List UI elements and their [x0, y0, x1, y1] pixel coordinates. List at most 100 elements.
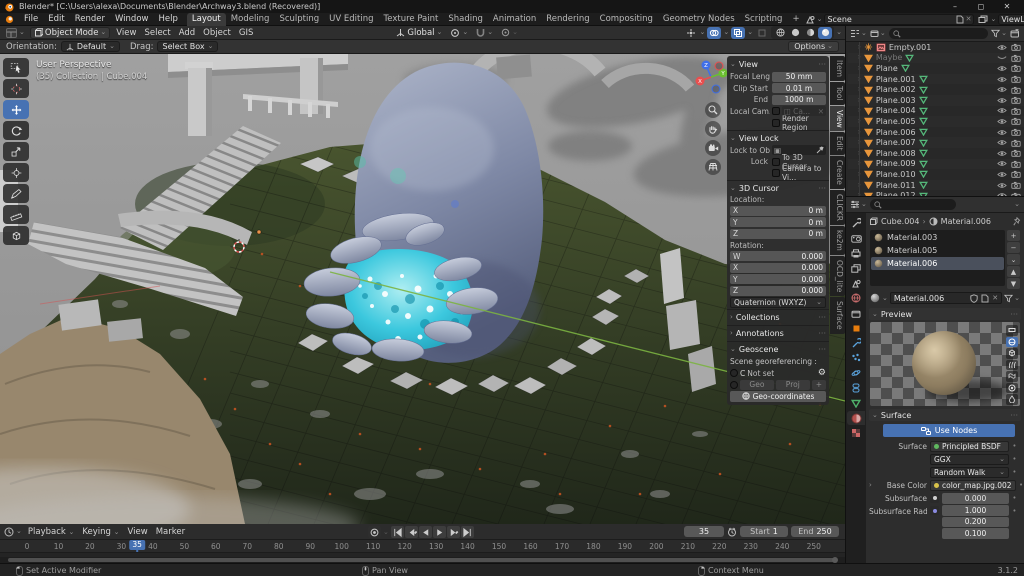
timeline-menu-view[interactable]: View [124, 527, 152, 537]
menu-window[interactable]: Window [110, 13, 154, 26]
menu-file[interactable]: File [19, 13, 43, 26]
add-slot-button[interactable]: + [1007, 230, 1020, 241]
tool-scale-button[interactable] [3, 142, 29, 161]
eye-open-icon[interactable] [997, 171, 1007, 178]
object-name[interactable]: Empty.001 [889, 43, 931, 52]
breadcrumb-material[interactable]: Material.006 [941, 217, 991, 226]
camera-to-view-checkbox[interactable] [772, 169, 780, 177]
material-slot-material.006[interactable]: Material.006 [871, 257, 1004, 270]
proj-button[interactable]: Proj [776, 380, 810, 390]
eye-open-icon[interactable] [997, 182, 1007, 189]
add-workspace-button[interactable]: + [787, 13, 804, 26]
next-keyframe-button[interactable] [447, 526, 460, 538]
local-camera-checkbox[interactable] [772, 107, 780, 115]
eye-open-icon[interactable] [997, 86, 1007, 93]
expand-icon[interactable]: › [869, 482, 875, 489]
camera-visibility-icon[interactable] [1011, 128, 1021, 136]
workspace-tab-geometry-nodes[interactable]: Geometry Nodes [658, 13, 740, 26]
cursor-rotation-field[interactable]: Y0.000 [730, 274, 826, 284]
subsurface-slider[interactable]: 0.000 [942, 493, 1009, 504]
minimize-button[interactable]: – [942, 0, 968, 13]
current-frame-field[interactable]: 35 [684, 526, 724, 537]
properties-tab-physics[interactable] [847, 366, 865, 380]
move-slot-down-button[interactable]: ▼ [1007, 278, 1020, 289]
outliner-item-maybe[interactable]: ›Maybe [848, 53, 1024, 64]
cursor-location-field[interactable]: Z0 m [730, 229, 826, 239]
playhead[interactable]: 35 [129, 540, 145, 552]
preview-fluid-button[interactable] [1006, 394, 1018, 405]
scene-selector[interactable]: Scene ✕ [824, 14, 974, 25]
camera-visibility-icon[interactable] [1011, 149, 1021, 157]
snap-toggle[interactable]: ⌄ [473, 27, 496, 39]
viewport-menu-object[interactable]: Object [199, 28, 235, 38]
camera-visibility-icon[interactable] [1011, 54, 1021, 62]
scene-icon[interactable] [805, 15, 815, 24]
tool-move-button[interactable] [3, 100, 29, 119]
subsurface-radius-value[interactable]: 1.000 [942, 505, 1009, 516]
workspace-tab-texture-paint[interactable]: Texture Paint [379, 13, 444, 26]
eye-closed-icon[interactable] [997, 54, 1007, 61]
object-name[interactable]: Plane.002 [876, 85, 916, 94]
camera-visibility-icon[interactable] [1011, 107, 1021, 115]
timeline-menu-keying[interactable]: Keying ⌄ [78, 527, 123, 537]
outliner-item-plane.010[interactable]: ›Plane.010 [848, 169, 1024, 180]
subsurface-radius-decorator[interactable] [930, 506, 939, 515]
timeline-ruler[interactable]: 0102030405060708090100110120130140150160… [0, 540, 845, 552]
slot-filter-icon[interactable]: ⌄ [1004, 294, 1020, 303]
preview-cloth-button[interactable] [1006, 371, 1018, 382]
remove-slot-button[interactable]: − [1007, 242, 1020, 253]
object-name[interactable]: Plane.003 [876, 96, 916, 105]
cursor-rotation-field[interactable]: W0.000 [730, 251, 826, 261]
subsurface-radius-value[interactable]: 0.100 [942, 528, 1009, 539]
proj-radio[interactable] [730, 381, 738, 389]
outliner-item-plane[interactable]: ›Plane [848, 63, 1024, 74]
viewport-menu-gis[interactable]: GIS [235, 28, 258, 38]
breadcrumb-object[interactable]: Cube.004 [881, 217, 919, 226]
camera-visibility-icon[interactable] [1011, 139, 1021, 147]
preview-section-header[interactable]: ⌄Preview··· [869, 308, 1021, 320]
n-panel-tab-clickr[interactable]: CLICKR [830, 190, 845, 225]
object-name[interactable]: Plane.010 [876, 170, 916, 179]
blender-menu-icon[interactable] [0, 15, 19, 24]
preview-shaderball-button[interactable] [1006, 383, 1018, 394]
eye-open-icon[interactable] [997, 129, 1007, 136]
preview-cube-button[interactable] [1006, 348, 1018, 359]
workspace-tab-animation[interactable]: Animation [488, 13, 541, 26]
camera-visibility-icon[interactable] [1011, 75, 1021, 83]
view-layer-icon[interactable] [978, 15, 988, 24]
gear-icon[interactable]: ⚙ [818, 368, 826, 378]
preview-flat-button[interactable] [1006, 325, 1018, 336]
object-name[interactable]: Plane.011 [876, 181, 916, 190]
properties-tab-view-layer[interactable] [847, 261, 865, 275]
orientation-setting-dropdown[interactable]: Default ⌄ [61, 41, 120, 52]
camera-visibility-icon[interactable] [1011, 160, 1021, 168]
eye-open-icon[interactable] [997, 139, 1007, 146]
zoom-button[interactable] [705, 102, 721, 118]
object-name[interactable]: Plane.008 [876, 149, 916, 158]
start-frame-field[interactable]: Start1 [740, 526, 788, 537]
shading-material-button[interactable] [803, 27, 817, 39]
subsurface-method-dropdown[interactable]: Random Walk⌄ [930, 467, 1009, 478]
n-panel-tab-create[interactable]: Create [830, 156, 845, 189]
properties-tab-constraints[interactable] [847, 381, 865, 395]
slot-specials-button[interactable]: ⌄ [1007, 254, 1020, 265]
object-name[interactable]: Plane.007 [876, 138, 916, 147]
outliner-item-plane.007[interactable]: ›Plane.007 [848, 137, 1024, 148]
outliner-item-plane.008[interactable]: ›Plane.008 [848, 148, 1024, 159]
workspace-tab-uv-editing[interactable]: UV Editing [324, 13, 378, 26]
n-panel-tab-view[interactable]: View [830, 106, 845, 132]
tool-rotate-button[interactable] [3, 121, 29, 140]
properties-tab-render[interactable] [847, 231, 865, 245]
tool-add-cube-button[interactable] [3, 226, 29, 245]
properties-tab-scene[interactable] [847, 276, 865, 290]
use-preview-range-icon[interactable] [727, 527, 737, 537]
jump-start-button[interactable] [391, 526, 404, 538]
drag-setting-dropdown[interactable]: Select Box ⌄ [157, 41, 218, 52]
chevron-down-icon[interactable]: ⌄ [882, 295, 888, 302]
camera-visibility-icon[interactable] [1011, 64, 1021, 72]
workspace-tab-rendering[interactable]: Rendering [541, 13, 594, 26]
n-panel-tab-item[interactable]: Item [830, 56, 845, 81]
material-slot-material.003[interactable]: Material.003 [871, 231, 1004, 244]
viewport-menu-select[interactable]: Select [140, 28, 174, 38]
timeline-menu-playback[interactable]: Playback ⌄ [24, 527, 79, 537]
